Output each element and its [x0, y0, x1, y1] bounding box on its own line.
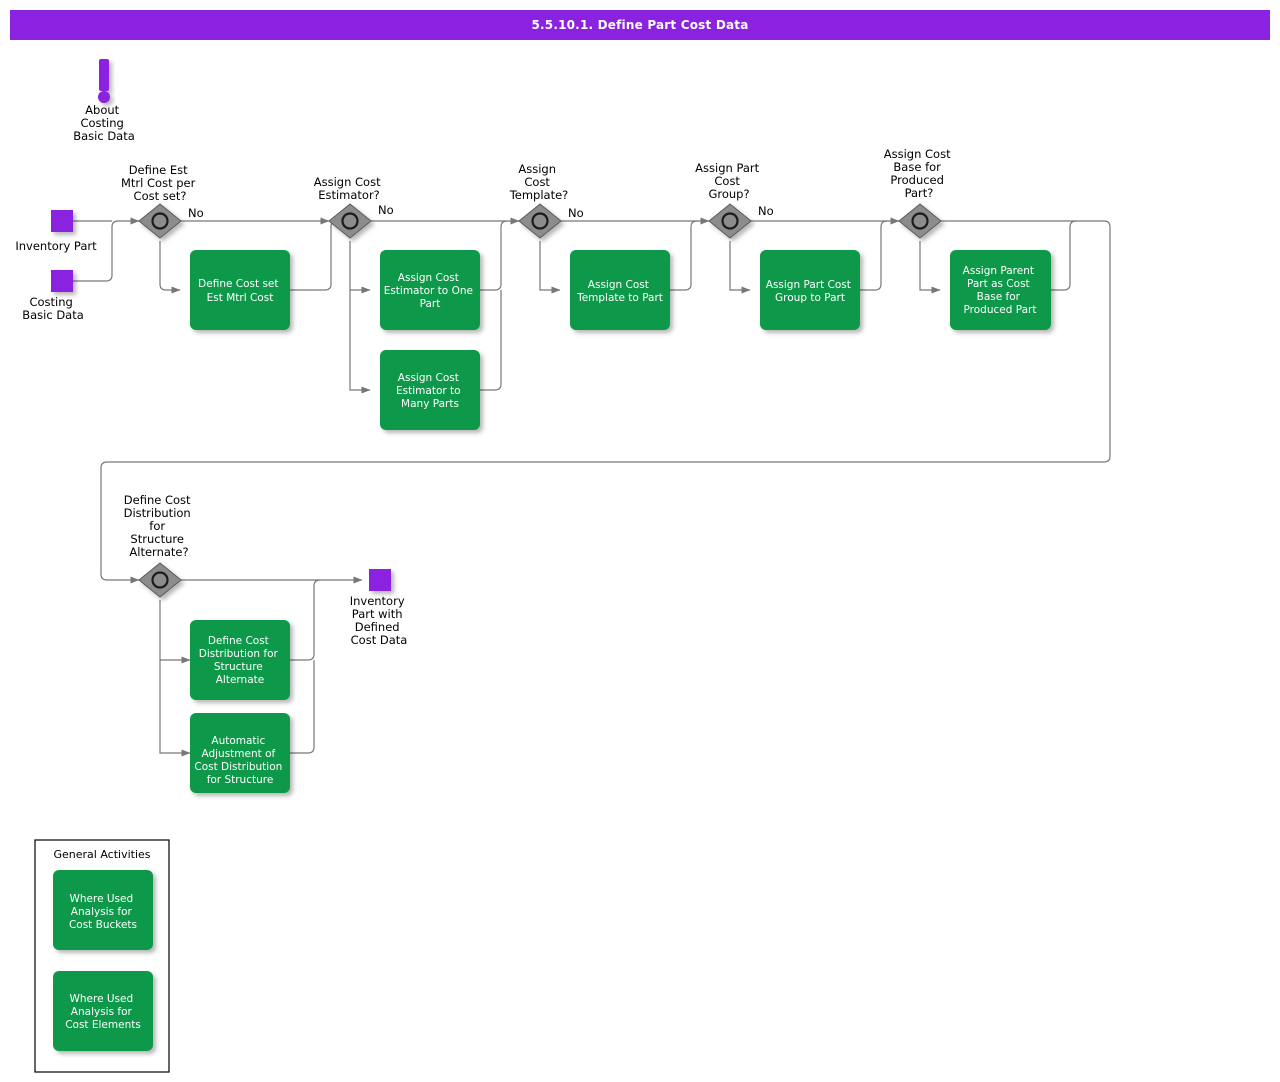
general-activities-legend: General Activities Where Used Analysis f…: [34, 839, 170, 1073]
end-event-inventory-part-with-defined-cost-data[interactable]: [369, 569, 391, 591]
task-line: Assign Cost: [588, 279, 649, 291]
task-line: Automatic: [211, 735, 265, 747]
connector-task6-out: [1051, 220, 1077, 291]
svg-text:Where Used Analysis: Where Used Analysis for Cost Buckets: [69, 893, 137, 931]
gateway-4-no-label: No: [758, 204, 774, 218]
gateway-6-label: Define Cost Distribution for Structure A…: [124, 493, 195, 559]
task-assign-cost-estimator-to-one-part[interactable]: Assign Cost Estimator to One Part: [380, 250, 480, 330]
gateway-3-label: Assign Cost Template?: [509, 162, 569, 202]
gateway-define-est-mtrl-cost-per-cost-set[interactable]: [138, 203, 182, 239]
task-define-cost-set-est-mtrl-cost[interactable]: Define Cost set Est Mtrl Cost: [190, 250, 290, 330]
gateway-3-no-label: No: [568, 206, 584, 220]
task-line: Assign Cost: [398, 372, 459, 384]
task-assign-part-cost-group-to-part[interactable]: Assign Part Cost Group to Part: [760, 250, 860, 330]
connector-task1-out: [290, 220, 338, 291]
task-line: Estimator to: [396, 385, 461, 397]
note-about-costing-basic-data: [98, 59, 110, 103]
connector-gw6-yes-a: [159, 600, 191, 664]
connector-gw2-yes-a: [349, 241, 371, 294]
gateway-assign-part-cost-group[interactable]: [708, 203, 752, 239]
process-flow-svg: About Costing Basic Data Inventory Part …: [15, 59, 1111, 1073]
task-line: Estimator to One: [384, 285, 473, 297]
connector-task2-out: [480, 220, 508, 291]
diagram-canvas: 5.5.10.1. Define Part Cost Data About Co…: [0, 0, 1280, 1082]
task-line: Define Cost set: [198, 278, 278, 290]
gateway-2-no-label: No: [378, 203, 394, 217]
task-automatic-adjustment-of-cost-distribution-for-structure[interactable]: Automatic Adjustment of Cost Distributio…: [190, 713, 290, 793]
start-event-costing-basic-data[interactable]: [51, 270, 73, 292]
connector-task4-out: [670, 220, 698, 291]
task-line: Assign Parent: [963, 265, 1034, 277]
task-line: Produced Part: [964, 304, 1037, 316]
svg-text:Assign Part Cost Group: Assign Part Cost Group to Part: [766, 279, 854, 304]
gateway-4-label: Assign Part Cost Group?: [695, 161, 763, 201]
task-line: Where Used: [69, 993, 133, 1005]
gateway-assign-cost-template[interactable]: [518, 203, 562, 239]
gateway-5-label: Assign Cost Base for Produced Part?: [884, 147, 955, 200]
legend-task-where-used-analysis-for-cost-buckets[interactable]: Where Used Analysis for Cost Buckets: [53, 870, 153, 950]
task-line: Analysis for: [71, 906, 133, 918]
svg-text:Assign Cost Template t: Assign Cost Template to Part: [576, 279, 663, 304]
connector-task8-out: [290, 660, 315, 754]
start-event-costing-basic-data-label: Costing Basic Data: [22, 295, 84, 322]
task-line: Where Used: [69, 893, 133, 905]
gateway-1-no-label: No: [188, 206, 204, 220]
gateway-1-label: Define Est Mtrl Cost per Cost set?: [121, 163, 199, 203]
task-assign-cost-template-to-part[interactable]: Assign Cost Template to Part: [570, 250, 670, 330]
legend-task-where-used-analysis-for-cost-elements[interactable]: Where Used Analysis for Cost Elements: [53, 971, 153, 1051]
exclamation-dot-icon: [98, 91, 110, 103]
exclamation-icon: [99, 59, 109, 91]
end-event-label: Inventory Part with Defined Cost Data: [350, 594, 409, 647]
task-line: Many Parts: [401, 398, 459, 410]
connector-gw5-yes: [919, 241, 941, 294]
start-event-inventory-part-label: Inventory Part: [15, 239, 97, 253]
task-line: Part: [420, 298, 441, 310]
task-line: for Structure: [207, 774, 274, 786]
connector-gw2-yes-b: [349, 290, 371, 394]
task-line: Distribution for: [199, 648, 279, 660]
legend-title: General Activities: [53, 848, 150, 861]
task-line: Est Mtrl Cost: [207, 292, 274, 304]
gateway-assign-cost-estimator[interactable]: [328, 203, 372, 239]
task-assign-parent-part-as-cost-base-for-produced-part[interactable]: Assign Parent Part as Cost Base for Prod…: [950, 250, 1051, 330]
task-line: Define Cost: [208, 635, 269, 647]
task-line: Assign Cost: [398, 272, 459, 284]
task-line: Adjustment of: [201, 748, 275, 760]
connector-gw3-yes: [539, 241, 561, 294]
task-line: Structure: [214, 661, 263, 673]
gateway-define-cost-distribution-for-structure-alternate[interactable]: [138, 562, 182, 598]
task-line: Alternate: [216, 674, 264, 686]
task-line: Assign Part Cost: [766, 279, 851, 291]
task-line: Group to Part: [775, 292, 845, 304]
task-line: Analysis for: [71, 1006, 133, 1018]
task-assign-cost-estimator-to-many-parts[interactable]: Assign Cost Estimator to Many Parts: [380, 350, 480, 430]
task-line: Template to Part: [576, 292, 663, 304]
gateway-assign-cost-base-for-produced-part[interactable]: [898, 203, 942, 239]
task-define-cost-distribution-for-structure-alternate[interactable]: Define Cost Distribution for Structure A…: [190, 620, 290, 700]
svg-text:Where Used Analysis: Where Used Analysis for Cost Elements: [65, 993, 141, 1031]
connector-task5-out: [860, 220, 888, 291]
task-line: Base for: [977, 291, 1021, 303]
gateway-2-label: Assign Cost Estimator?: [314, 175, 385, 202]
connector-task3-out: [480, 290, 502, 391]
task-line: Cost Elements: [65, 1019, 141, 1031]
connector-gw4-yes: [729, 241, 751, 294]
task-line: Part as Cost: [967, 278, 1030, 290]
connector-task7-out: [290, 579, 321, 661]
note-label: About Costing Basic Data: [73, 103, 135, 143]
task-line: Cost Buckets: [69, 919, 137, 931]
svg-text:Assign Cost Estimator: Assign Cost Estimator to Many Parts: [396, 372, 464, 410]
connector-gw1-yes: [159, 241, 181, 294]
task-line: Cost Distribution: [194, 761, 282, 773]
start-event-inventory-part[interactable]: [51, 210, 73, 232]
connector-gw6-yes-b: [159, 660, 191, 757]
